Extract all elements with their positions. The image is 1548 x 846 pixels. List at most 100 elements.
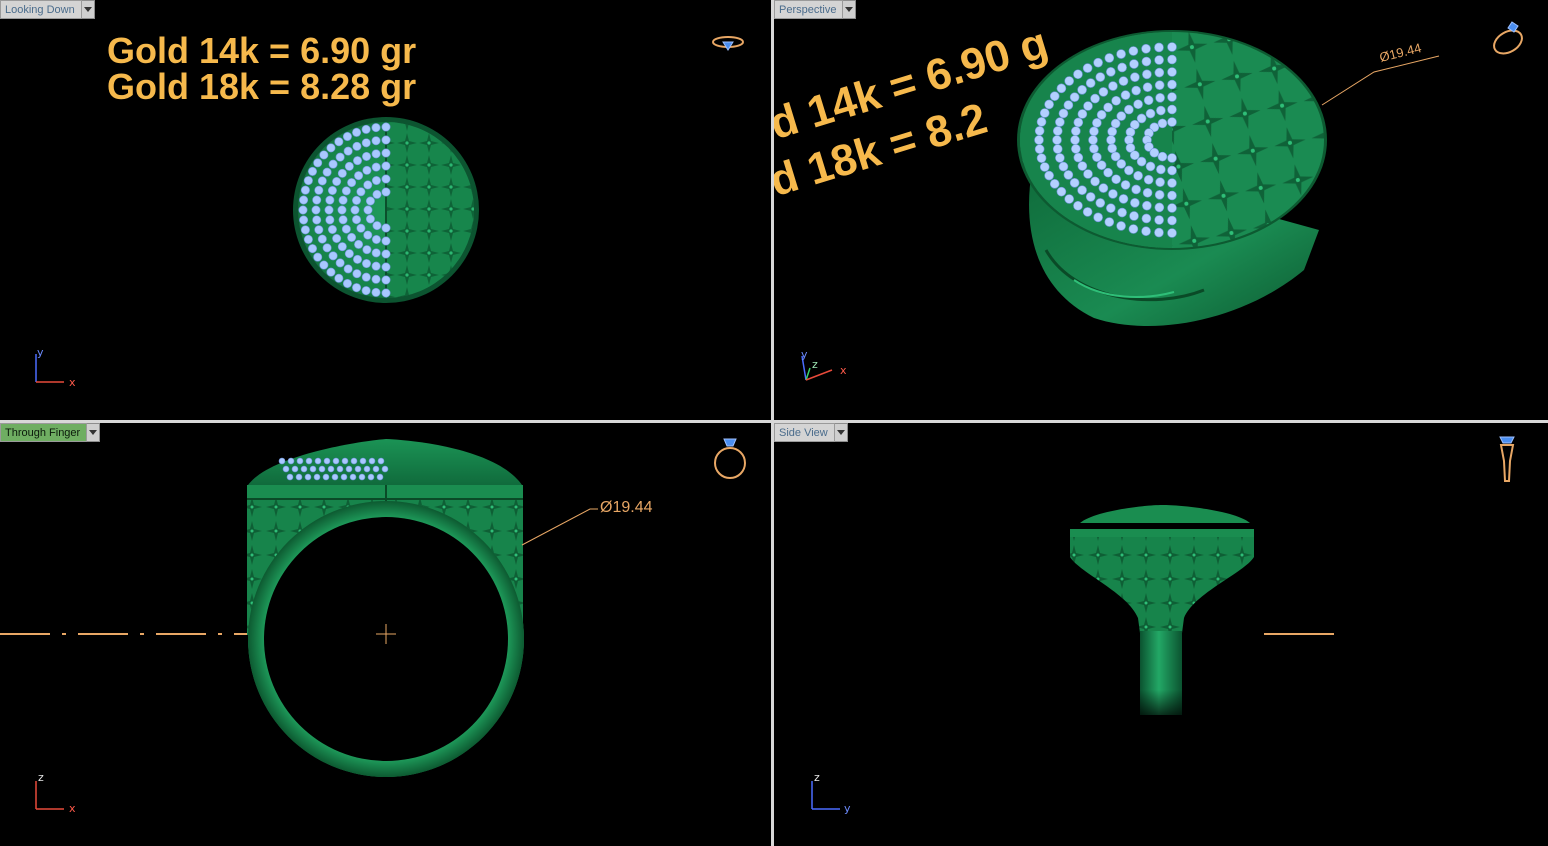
pave-stone [328, 159, 338, 169]
pave-stone [1049, 179, 1060, 189]
ring-perspective-icon[interactable] [1486, 18, 1530, 62]
pave-stone [1073, 200, 1083, 211]
pave-stone [1089, 126, 1099, 137]
pave-stone [1143, 174, 1154, 185]
viewport-perspective[interactable]: Perspective d 14k = 6.90 g d 18k = 8.2 Ø… [774, 0, 1548, 420]
pave-stone [1157, 151, 1168, 162]
pave-stone [1156, 164, 1166, 175]
pave-stone [1077, 109, 1088, 119]
pave-stone [350, 457, 358, 465]
pave-stone [311, 205, 321, 215]
pave-stone [1052, 126, 1063, 136]
ring-side-icon[interactable] [1492, 431, 1522, 491]
pave-stone [1141, 43, 1151, 54]
pave-stone [1142, 69, 1152, 80]
pave-stone [338, 215, 348, 225]
pave-stone [300, 225, 310, 235]
pave-stone [1154, 42, 1164, 53]
pave-stone [334, 137, 344, 147]
viewport-tab-side-view[interactable]: Side View [774, 423, 848, 442]
viewport-menu-dropdown[interactable] [81, 0, 95, 19]
pave-stone [372, 189, 382, 199]
pave-stone [1085, 78, 1096, 88]
pave-stone [371, 287, 381, 297]
pave-stone [1092, 118, 1102, 128]
pave-stone [1124, 165, 1134, 176]
pave-stone [1116, 159, 1127, 169]
viewport-menu-dropdown[interactable] [843, 0, 857, 19]
pave-stone [312, 195, 322, 205]
pave-stone [1136, 113, 1147, 124]
pave-stone [1120, 180, 1131, 190]
pave-stone [1110, 118, 1121, 129]
pave-stone [1093, 212, 1103, 223]
pave-stone [1052, 144, 1063, 154]
pave-stone [1118, 76, 1129, 86]
pave-stone [347, 232, 357, 242]
pave-stone [341, 224, 351, 234]
pave-stone [327, 186, 337, 196]
pave-stone [371, 274, 381, 284]
pave-stone [361, 286, 371, 296]
pave-stone [381, 135, 391, 145]
pave-stone [1111, 174, 1121, 185]
pave-stone [381, 161, 391, 171]
pave-stone [359, 457, 367, 465]
viewport-tab-perspective[interactable]: Perspective [774, 0, 857, 19]
pave-stone [314, 185, 324, 195]
pave-stone [1116, 221, 1126, 231]
ring-top-icon[interactable] [708, 30, 748, 60]
pave-stone [361, 272, 371, 282]
pave-stone [300, 185, 310, 195]
pave-stone [1077, 185, 1087, 195]
pave-stone [1167, 54, 1177, 65]
viewport-menu-dropdown[interactable] [834, 423, 848, 442]
pave-stone [1118, 194, 1129, 204]
axis-label-x: x [69, 802, 76, 815]
pave-stone [323, 457, 331, 465]
pave-stone [1092, 152, 1102, 162]
pave-stone [362, 259, 372, 269]
pave-stone [1156, 105, 1166, 116]
pave-stone [1106, 67, 1116, 77]
pave-stone [1049, 91, 1060, 101]
pave-stone [1070, 135, 1080, 145]
pave-stone [341, 457, 349, 465]
pave-stone [340, 473, 348, 481]
pave-stone [1034, 144, 1045, 154]
pave-stone [1077, 161, 1088, 171]
pave-stone [1167, 203, 1177, 213]
pave-stone [1056, 186, 1067, 197]
pave-stone [1128, 224, 1139, 234]
viewport-tab-through-finger[interactable]: Through Finger [0, 423, 101, 442]
pave-stone [314, 457, 322, 465]
axis-indicator: y z x [801, 348, 847, 381]
pave-stone [1107, 143, 1117, 154]
pave-stone [1096, 110, 1107, 120]
pave-stone [1073, 117, 1084, 128]
pave-stone [363, 465, 371, 473]
pave-stone [337, 168, 347, 178]
viewport-menu-dropdown[interactable] [87, 423, 101, 442]
pave-stone [1039, 108, 1050, 118]
viewport-looking-down[interactable]: Looking Down Gold 14k = 6.90 gr Gold 18k… [0, 0, 771, 420]
pave-stone [304, 473, 312, 481]
viewport-tab-looking-down[interactable]: Looking Down [0, 0, 95, 19]
pave-stone [1141, 56, 1152, 67]
pave-stone [1069, 178, 1080, 188]
pave-stone [1142, 187, 1153, 198]
pave-stone [1098, 87, 1109, 97]
pave-stone [335, 258, 345, 268]
pave-stone [1154, 215, 1164, 225]
viewport-through-finger[interactable]: Through Finger Ø19.44 z x [0, 423, 771, 846]
pave-stone [336, 465, 344, 473]
ring-front-view [0, 439, 598, 777]
pave-stone [352, 156, 362, 166]
pave-stone [313, 252, 323, 262]
axis-label-y: y [844, 802, 851, 815]
pave-stone [1071, 144, 1081, 154]
pave-stone [1130, 198, 1140, 208]
ring-front-icon[interactable] [708, 431, 752, 485]
viewport-side-view[interactable]: Side View z y [774, 423, 1548, 846]
pave-stone [1116, 111, 1127, 121]
